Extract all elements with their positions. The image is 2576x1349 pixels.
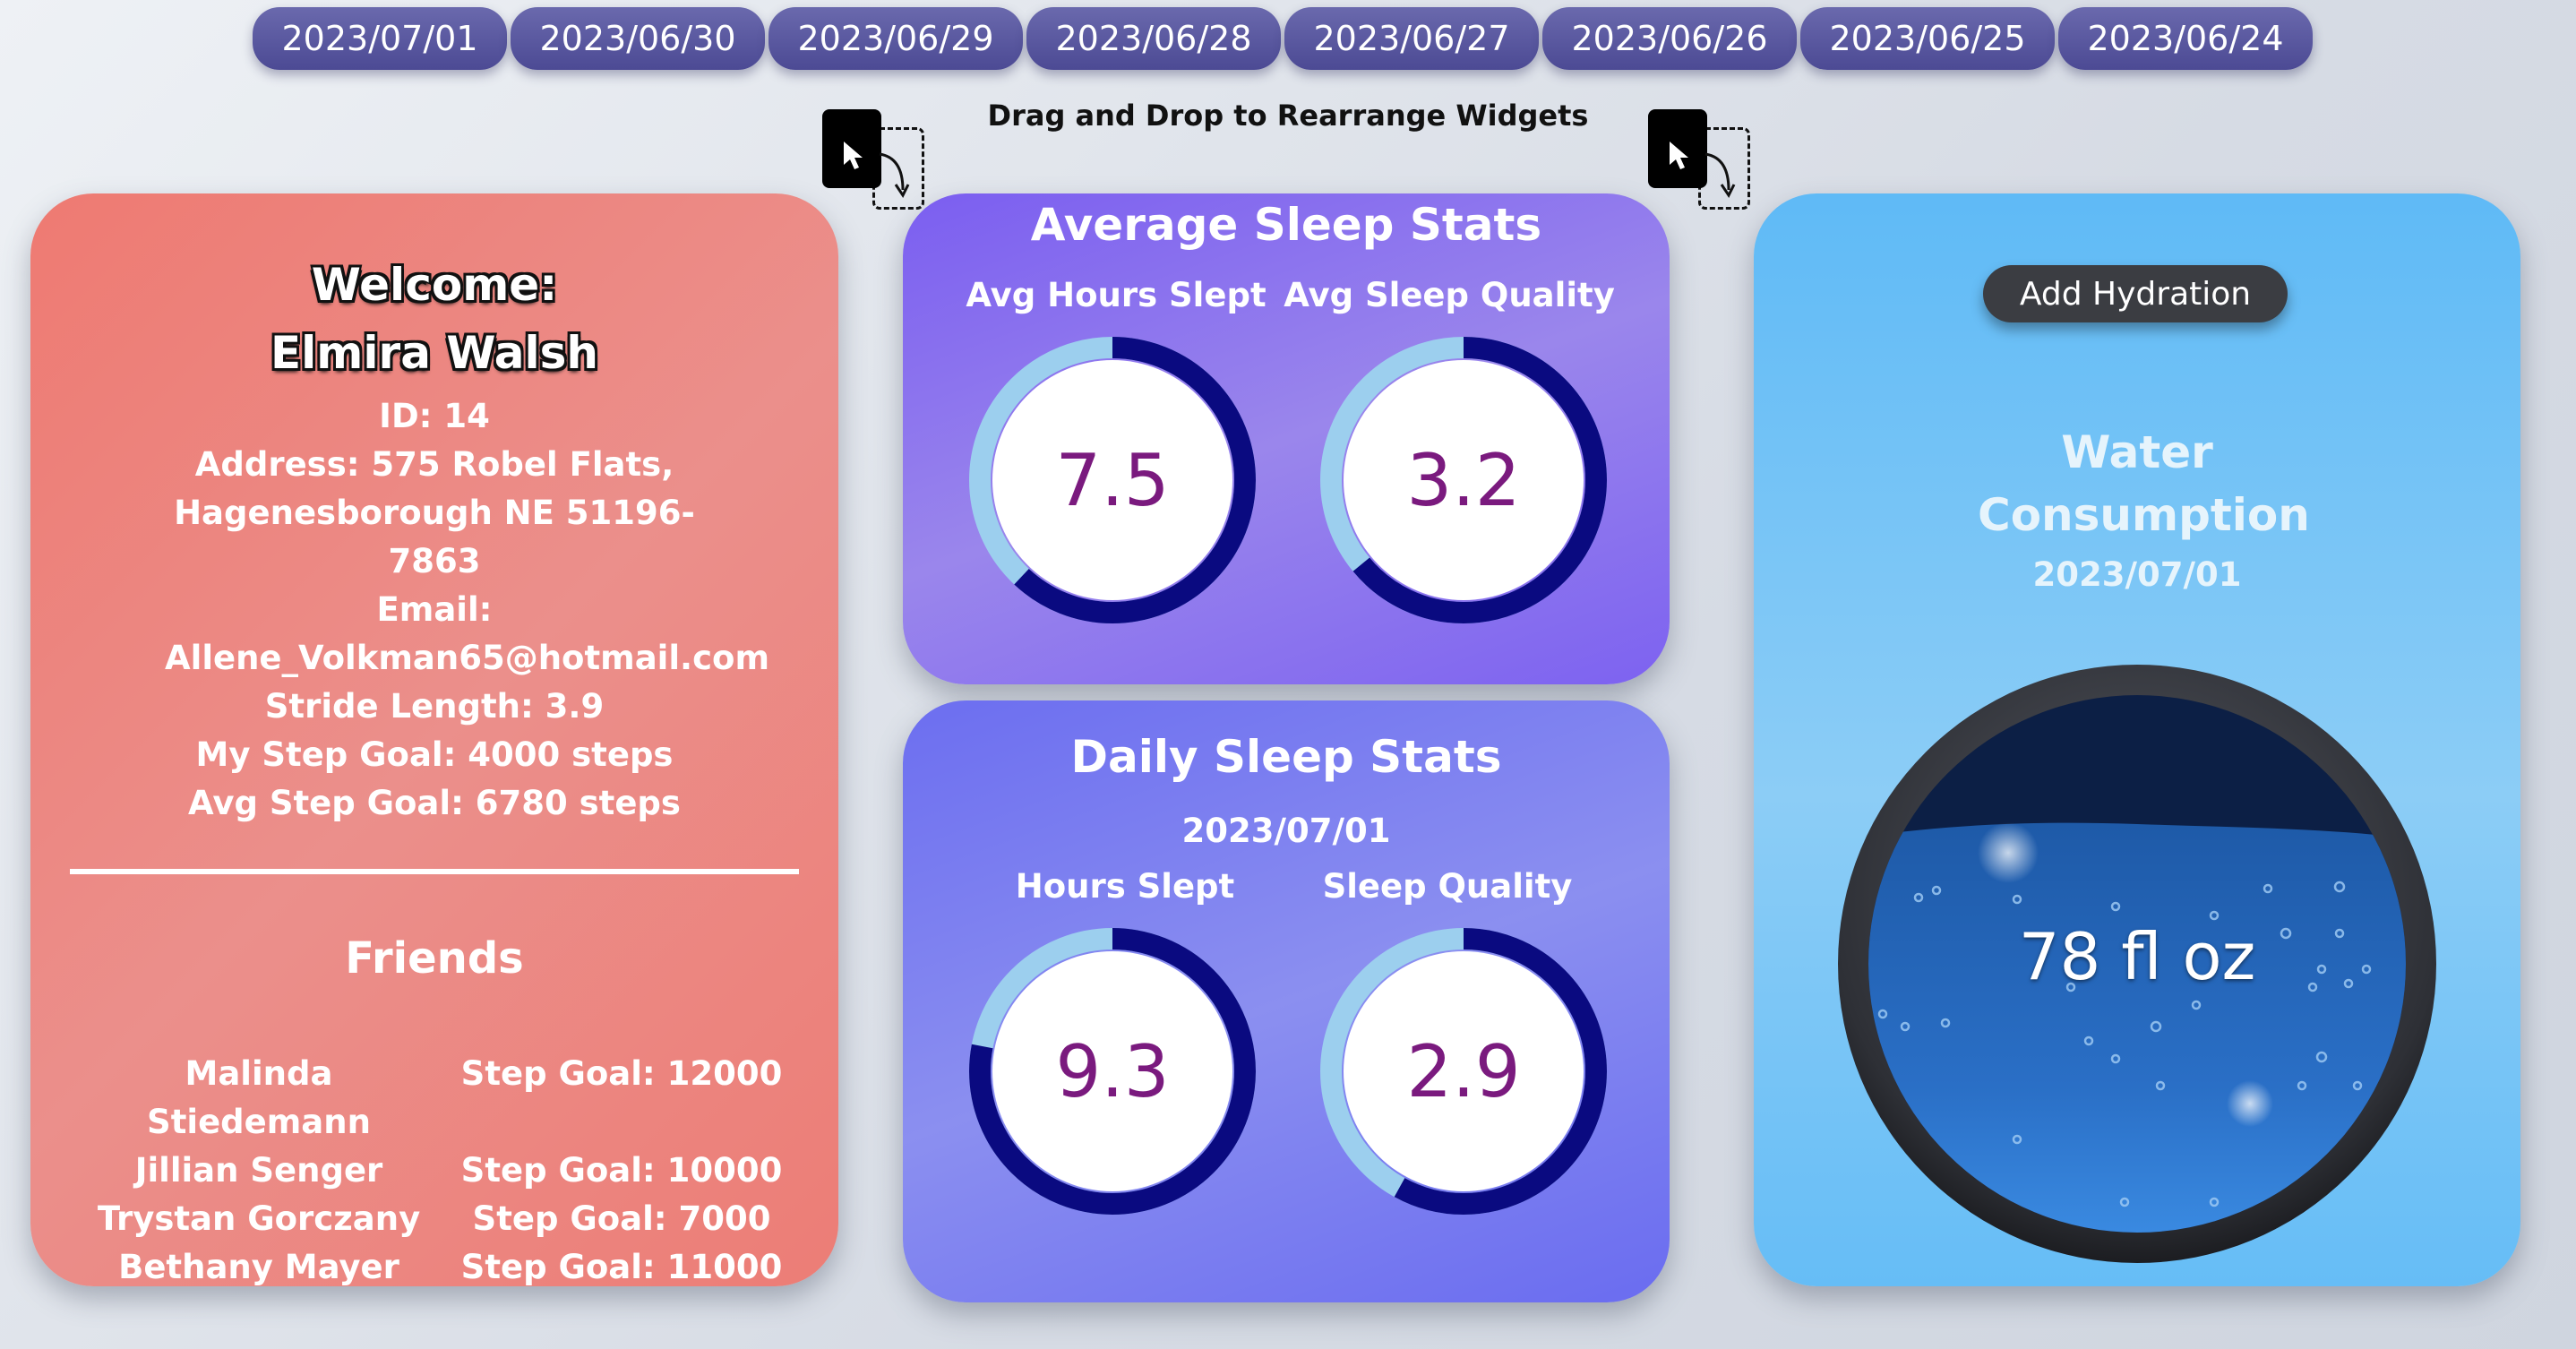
water-level-globe: 78 fl oz: [1838, 665, 2436, 1263]
daily-sleep-date: 2023/07/01: [1181, 812, 1391, 850]
user-details: ID: 14 Address: 575 Robel Flats, Hagenes…: [30, 392, 838, 828]
average-sleep-title: Average Sleep Stats: [1030, 199, 1542, 251]
friend-row: Bethany Mayer Step Goal: 11000: [84, 1243, 801, 1292]
date-tab[interactable]: 2023/06/24: [2058, 7, 2313, 70]
hydration-widget[interactable]: Add Hydration Water Consumption 2023/07/…: [1754, 193, 2520, 1286]
friend-step-goal: Step Goal: 10000: [460, 1151, 783, 1190]
friend-row: Malinda Stiedemann Step Goal: 12000: [84, 1050, 801, 1147]
user-address: Address: 575 Robel Flats, Hagenesborough…: [174, 445, 695, 580]
date-tab[interactable]: 2023/06/26: [1542, 7, 1797, 70]
avg-quality-gauge: 3.2: [1318, 335, 1609, 625]
avg-hours-label: Avg Hours Slept: [966, 276, 1267, 314]
user-email: Allene_Volkman65@hotmail.com: [165, 639, 769, 677]
drag-drop-icon: [1648, 109, 1756, 212]
friend-name: Jillian Senger: [134, 1151, 383, 1190]
avg-hours-value: 7.5: [1055, 438, 1170, 522]
date-tab[interactable]: 2023/06/29: [769, 7, 1023, 70]
friends-title: Friends: [345, 933, 524, 984]
welcome-heading: Welcome: Elmira Walsh: [270, 259, 598, 379]
user-email-label: Email:: [376, 590, 493, 629]
friend-name: Bethany Mayer: [118, 1248, 399, 1286]
date-tab[interactable]: 2023/06/27: [1284, 7, 1539, 70]
friend-step-goal: Step Goal: 11000: [460, 1248, 783, 1286]
add-hydration-button[interactable]: Add Hydration: [1983, 265, 2288, 322]
drag-hint-text: Drag and Drop to Rearrange Widgets: [987, 99, 1589, 133]
water-amount: 78 fl oz: [2018, 919, 2256, 994]
hours-slept-label: Hours Slept: [1015, 867, 1235, 906]
average-sleep-widget[interactable]: Average Sleep Stats Avg Hours Slept Avg …: [903, 193, 1670, 684]
sleep-quality-label: Sleep Quality: [1322, 867, 1573, 906]
date-tab[interactable]: 2023/06/28: [1026, 7, 1281, 70]
friend-step-goal: Step Goal: 12000: [460, 1054, 783, 1093]
date-tab[interactable]: 2023/06/25: [1800, 7, 2055, 70]
friend-name: Trystan Gorczany: [97, 1199, 421, 1238]
hours-slept-gauge: 9.3: [967, 926, 1258, 1216]
friend-step-goal: Step Goal: 7000: [472, 1199, 771, 1238]
daily-sleep-widget[interactable]: Daily Sleep Stats 2023/07/01 Hours Slept…: [903, 700, 1670, 1302]
user-info-widget[interactable]: Welcome: Elmira Walsh ID: 14 Address: 57…: [30, 193, 838, 1286]
divider: [70, 869, 799, 874]
water-date: 2023/07/01: [2032, 555, 2242, 594]
avg-step-goal: Avg Step Goal: 6780 steps: [188, 784, 681, 822]
friend-row: Trystan Gorczany Step Goal: 7000: [84, 1195, 801, 1243]
user-step-goal: My Step Goal: 4000 steps: [195, 735, 674, 774]
date-tab[interactable]: 2023/07/01: [253, 7, 507, 70]
hours-slept-value: 9.3: [1055, 1029, 1170, 1113]
sleep-quality-gauge: 2.9: [1318, 926, 1609, 1216]
friend-name: Malinda Stiedemann: [147, 1054, 371, 1141]
drag-drop-icon: [822, 109, 930, 212]
avg-quality-value: 3.2: [1406, 438, 1521, 522]
date-tab[interactable]: 2023/06/30: [511, 7, 765, 70]
date-tab-bar: 2023/07/01 2023/06/30 2023/06/29 2023/06…: [253, 7, 2313, 70]
daily-sleep-title: Daily Sleep Stats: [1070, 731, 1502, 783]
avg-quality-label: Avg Sleep Quality: [1284, 276, 1615, 314]
water-consumption-title: Water Consumption: [1978, 426, 2310, 541]
avg-hours-gauge: 7.5: [967, 335, 1258, 625]
friend-row: Jillian Senger Step Goal: 10000: [84, 1147, 801, 1195]
friends-list: Malinda Stiedemann Step Goal: 12000 Jill…: [84, 1050, 801, 1292]
user-stride-length: Stride Length: 3.9: [264, 687, 605, 726]
user-id: ID: 14: [379, 397, 490, 435]
sleep-quality-value: 2.9: [1406, 1029, 1521, 1113]
